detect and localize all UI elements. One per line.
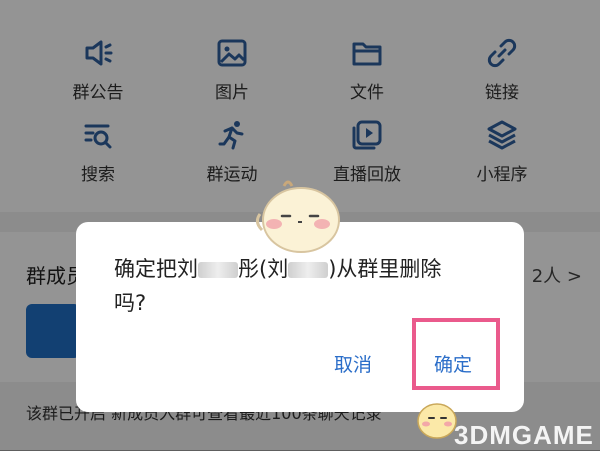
mascot-chick-icon bbox=[255, 180, 340, 253]
message-text: )从群里删除 bbox=[328, 257, 442, 281]
blurred-name bbox=[288, 262, 329, 278]
watermark-logo: 3DMGAME bbox=[454, 420, 594, 450]
message-text: 吗? bbox=[114, 291, 147, 315]
blurred-name bbox=[198, 262, 238, 278]
message-text: 确定把刘 bbox=[114, 257, 198, 281]
highlight-box bbox=[412, 318, 500, 390]
dialog-message: 确定把刘 彤(刘 )从群里删除 吗? bbox=[114, 252, 494, 320]
cancel-button[interactable]: 取消 bbox=[334, 350, 372, 377]
message-text: 彤(刘 bbox=[238, 257, 289, 281]
